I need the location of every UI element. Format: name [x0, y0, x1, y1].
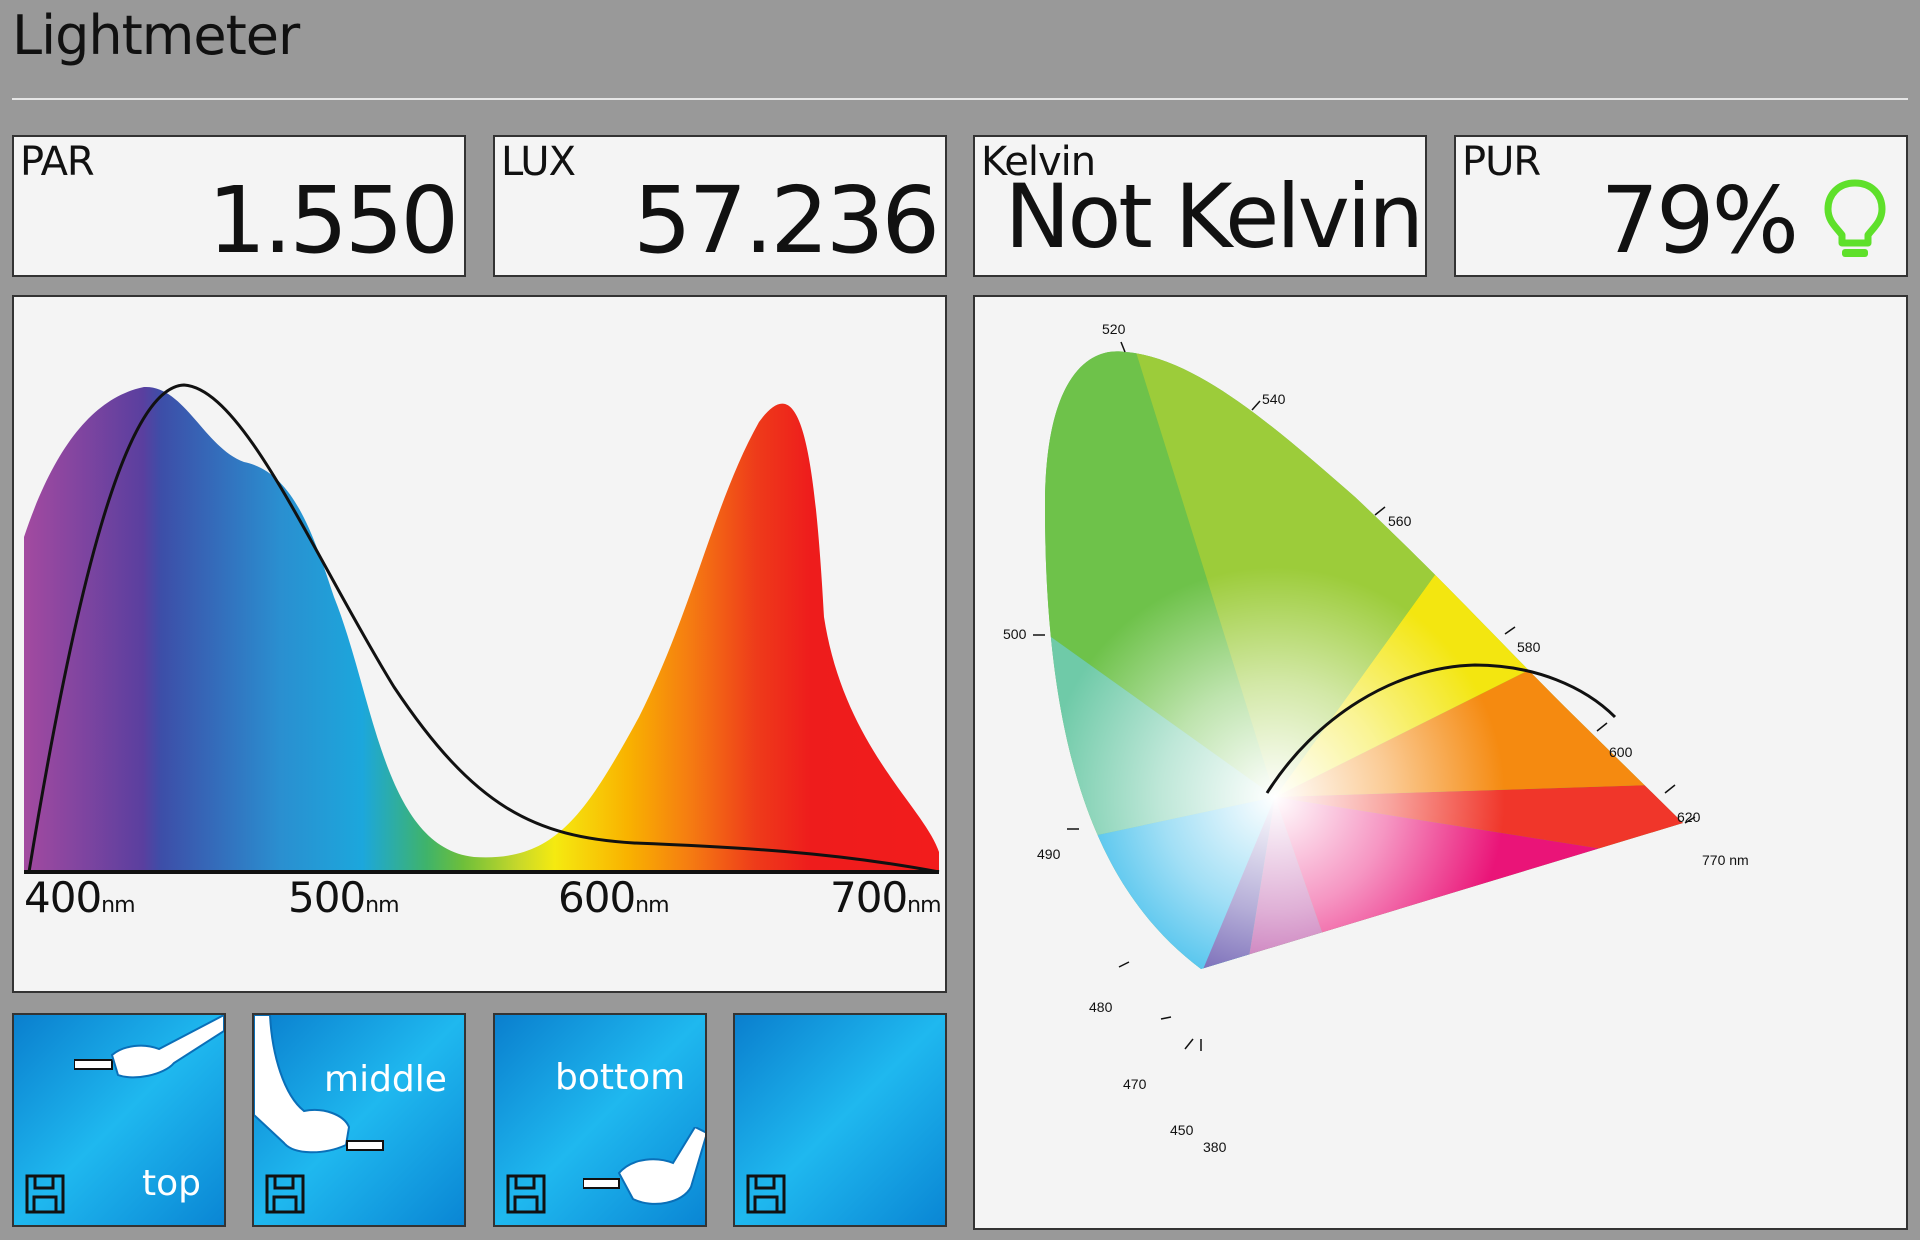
header-divider — [12, 98, 1908, 100]
kelvin-card: Kelvin Not Kelvin — [973, 135, 1427, 277]
floppy-disk-icon[interactable] — [745, 1173, 787, 1215]
floppy-disk-icon[interactable] — [505, 1173, 547, 1215]
preset-middle-label: middle — [324, 1059, 447, 1100]
pur-card: PUR 79% — [1454, 135, 1908, 277]
spectrum-chart: 400nm 500nm 600nm 700nm — [24, 383, 942, 922]
wl-label-490: 490 — [1037, 846, 1061, 862]
preset-bottom-button[interactable]: bottom — [493, 1013, 707, 1227]
wl-label-620: 620 — [1677, 809, 1701, 825]
wl-label-500: 500 — [1003, 626, 1027, 642]
wl-label-600: 600 — [1609, 744, 1633, 760]
wl-label-770: 770 nm — [1702, 852, 1749, 868]
cie-gamut — [1045, 351, 1683, 969]
x-tick-labels: 400nm 500nm 600nm 700nm — [24, 873, 942, 922]
hand-hold-top-icon — [74, 1015, 224, 1079]
wl-label-380: 380 — [1203, 1139, 1227, 1155]
pur-value: 79% — [1600, 167, 1799, 274]
floppy-disk-icon[interactable] — [264, 1173, 306, 1215]
preset-top-label: top — [142, 1163, 201, 1204]
cie-diagram: 520 540 560 580 600 620 770 nm 500 490 4… — [1003, 321, 1749, 1155]
wl-label-540: 540 — [1262, 391, 1286, 407]
spectrum-chart-panel: 400nm 500nm 600nm 700nm — [12, 295, 947, 993]
kelvin-value: Not Kelvin — [1004, 165, 1424, 268]
preset-bottom-label: bottom — [555, 1057, 686, 1098]
wl-label-520: 520 — [1102, 321, 1126, 337]
preset-middle-button[interactable]: middle — [252, 1013, 466, 1227]
x-tick-400: 400nm — [24, 873, 135, 922]
cie-chart-panel: 520 540 560 580 600 620 770 nm 500 490 4… — [973, 295, 1908, 1230]
wl-label-560: 560 — [1388, 513, 1412, 529]
x-tick-500: 500nm — [288, 873, 399, 922]
lightbulb-icon — [1824, 179, 1886, 257]
par-label: PAR — [20, 139, 95, 185]
floppy-disk-icon[interactable] — [24, 1173, 66, 1215]
lux-label: LUX — [501, 139, 576, 185]
wl-label-480: 480 — [1089, 999, 1113, 1015]
wl-label-470: 470 — [1123, 1076, 1147, 1092]
spectrum-area — [24, 386, 939, 872]
par-value: 1.550 — [207, 167, 459, 274]
par-card: PAR 1.550 — [12, 135, 466, 277]
lux-value: 57.236 — [633, 167, 940, 274]
pur-label: PUR — [1462, 139, 1541, 185]
wl-label-450: 450 — [1170, 1122, 1194, 1138]
x-tick-700: 700nm — [830, 873, 941, 922]
hand-hold-bottom-icon — [583, 1127, 705, 1205]
preset-top-button[interactable]: top — [12, 1013, 226, 1227]
app-title: Lightmeter — [12, 4, 300, 67]
preset-empty-button[interactable] — [733, 1013, 947, 1227]
x-tick-600: 600nm — [558, 873, 669, 922]
lux-card: LUX 57.236 — [493, 135, 947, 277]
wl-label-580: 580 — [1517, 639, 1541, 655]
